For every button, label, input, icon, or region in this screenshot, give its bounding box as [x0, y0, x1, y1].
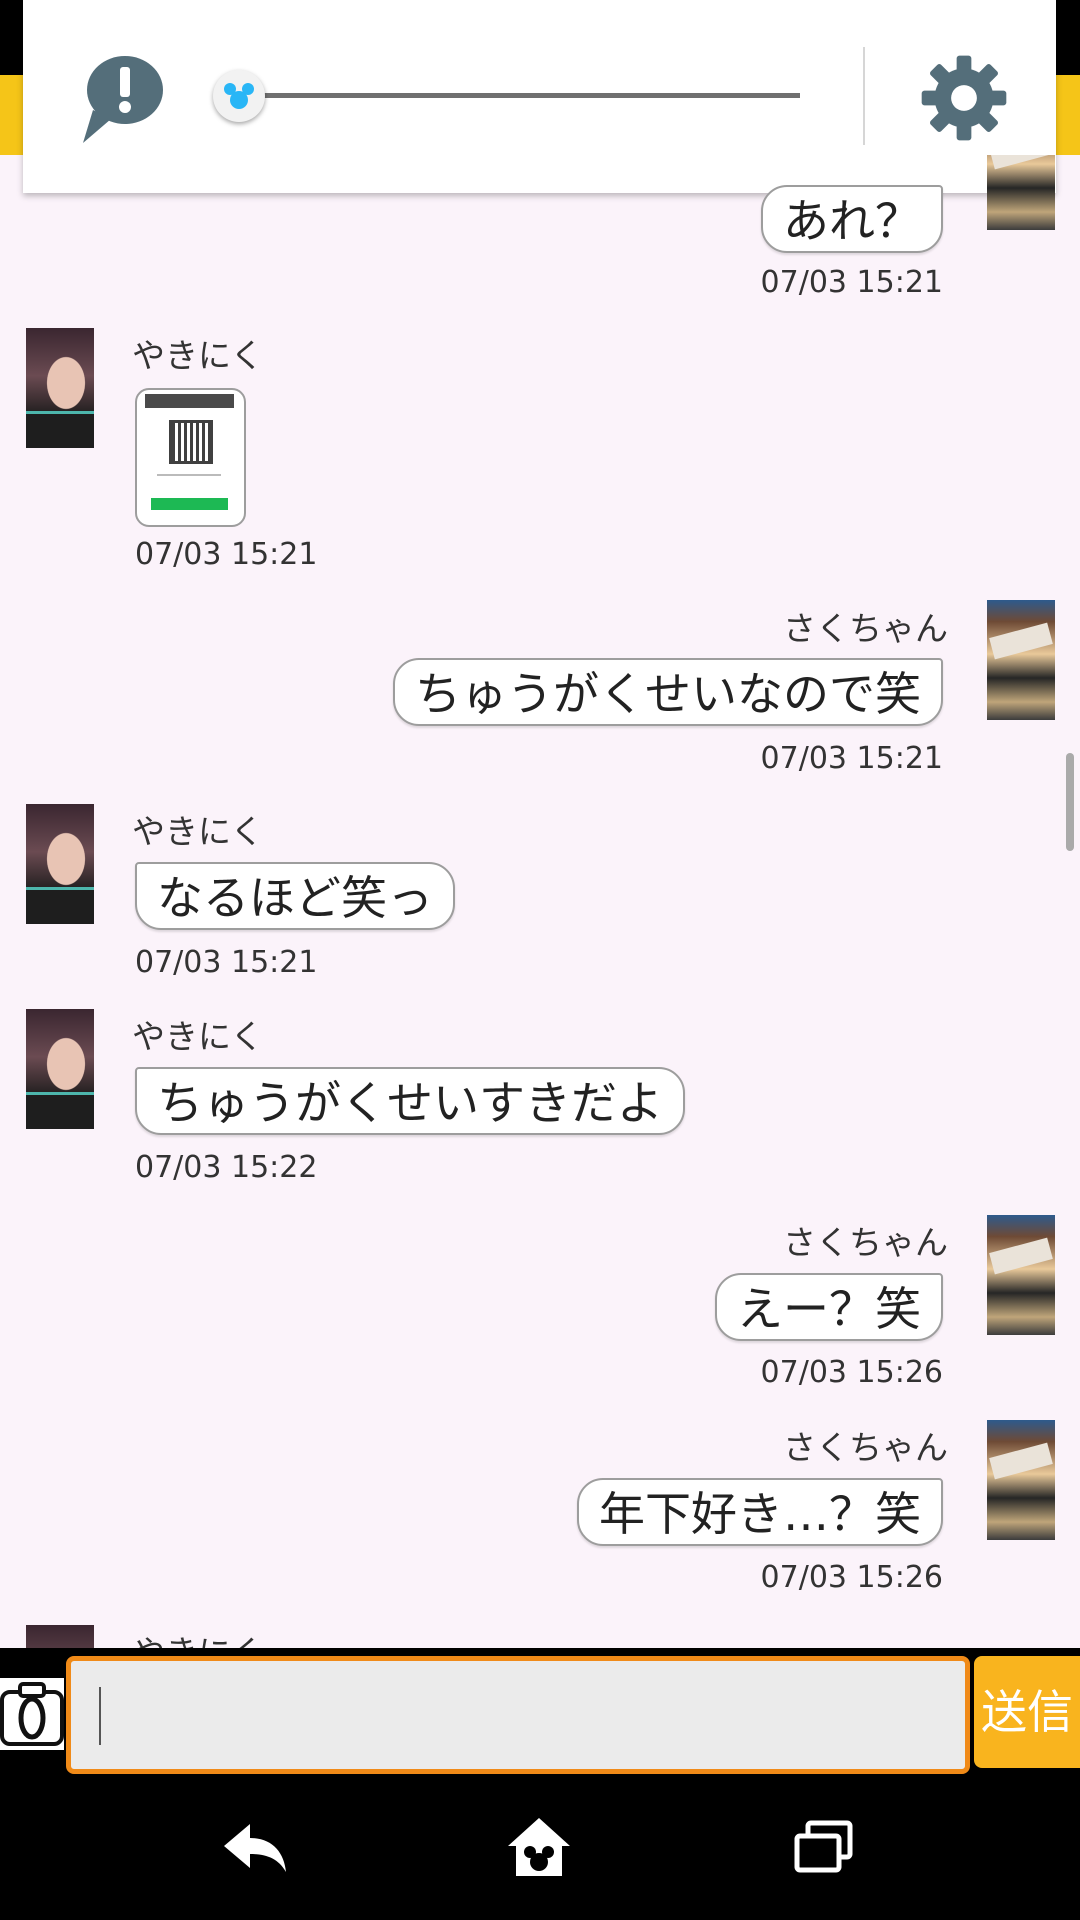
message-bubble[interactable]: なるほど笑っ: [135, 862, 455, 930]
screenshot-header: [145, 394, 234, 408]
message-timestamp: 07/03 15:21: [135, 945, 318, 980]
sender-name: さくちゃん: [783, 609, 948, 648]
back-arrow-icon[interactable]: [222, 1820, 288, 1874]
mouse-ears-icon: [224, 83, 254, 109]
message-timestamp: 07/03 15:21: [760, 265, 943, 300]
screenshot-green-button: [151, 498, 228, 510]
image-message[interactable]: [135, 388, 246, 527]
gear-icon[interactable]: [918, 52, 1010, 144]
sender-name: やきにく: [132, 812, 264, 851]
message-timestamp: 07/03 15:26: [760, 1355, 943, 1390]
sender-name: やきにく: [132, 1626, 263, 1648]
speech-bubble-exclamation-icon[interactable]: [63, 55, 163, 145]
camera-button[interactable]: [0, 1678, 64, 1750]
system-navigation-bar: [0, 1778, 1080, 1920]
qr-code-image: [169, 420, 213, 464]
message-timestamp: 07/03 15:21: [760, 741, 943, 776]
message-bubble[interactable]: ちゅうがくせいなので笑: [393, 658, 943, 726]
camera-icon: [0, 1682, 64, 1746]
avatar-yakiniku[interactable]: [26, 1009, 94, 1129]
avatar-yakiniku[interactable]: [26, 1625, 94, 1648]
sender-name: やきにく: [132, 1017, 264, 1056]
slider-track[interactable]: [238, 93, 800, 98]
screenshot-text-line: [157, 474, 221, 476]
avatar-yakiniku[interactable]: [26, 804, 94, 924]
home-icon[interactable]: [506, 1816, 572, 1878]
message-bubble[interactable]: ちゅうがくせいすきだよ: [135, 1067, 685, 1135]
scrollbar[interactable]: [1066, 753, 1074, 851]
recent-apps-icon[interactable]: [794, 1820, 854, 1874]
sender-name: さくちゃん: [783, 1223, 948, 1262]
chat-area[interactable]: あれ？ 07/03 15:21 やきにく 07/03 15:21 さくちゃん ち…: [0, 155, 1080, 1648]
message-timestamp: 07/03 15:26: [760, 1560, 943, 1595]
text-caret: [99, 1687, 101, 1745]
avatar-yakiniku[interactable]: [26, 328, 94, 448]
header-divider: [863, 47, 865, 145]
avatar-sakuchan[interactable]: [987, 600, 1055, 720]
message-bubble[interactable]: あれ？: [761, 185, 943, 253]
send-button[interactable]: 送信: [974, 1656, 1080, 1768]
avatar-sakuchan[interactable]: [987, 1420, 1055, 1540]
message-bubble[interactable]: 年下好き…？笑: [577, 1478, 943, 1546]
message-bubble[interactable]: えー？笑: [715, 1273, 943, 1341]
avatar-sakuchan[interactable]: [987, 1215, 1055, 1335]
avatar-sakuchan[interactable]: [987, 155, 1055, 230]
sender-name: さくちゃん: [783, 1428, 948, 1467]
message-input[interactable]: [66, 1656, 970, 1774]
message-timestamp: 07/03 15:21: [135, 537, 318, 572]
message-timestamp: 07/03 15:22: [135, 1150, 318, 1185]
sender-name: やきにく: [132, 336, 264, 375]
slider-thumb[interactable]: [213, 70, 265, 122]
message-composer: 送信: [0, 1648, 1080, 1778]
